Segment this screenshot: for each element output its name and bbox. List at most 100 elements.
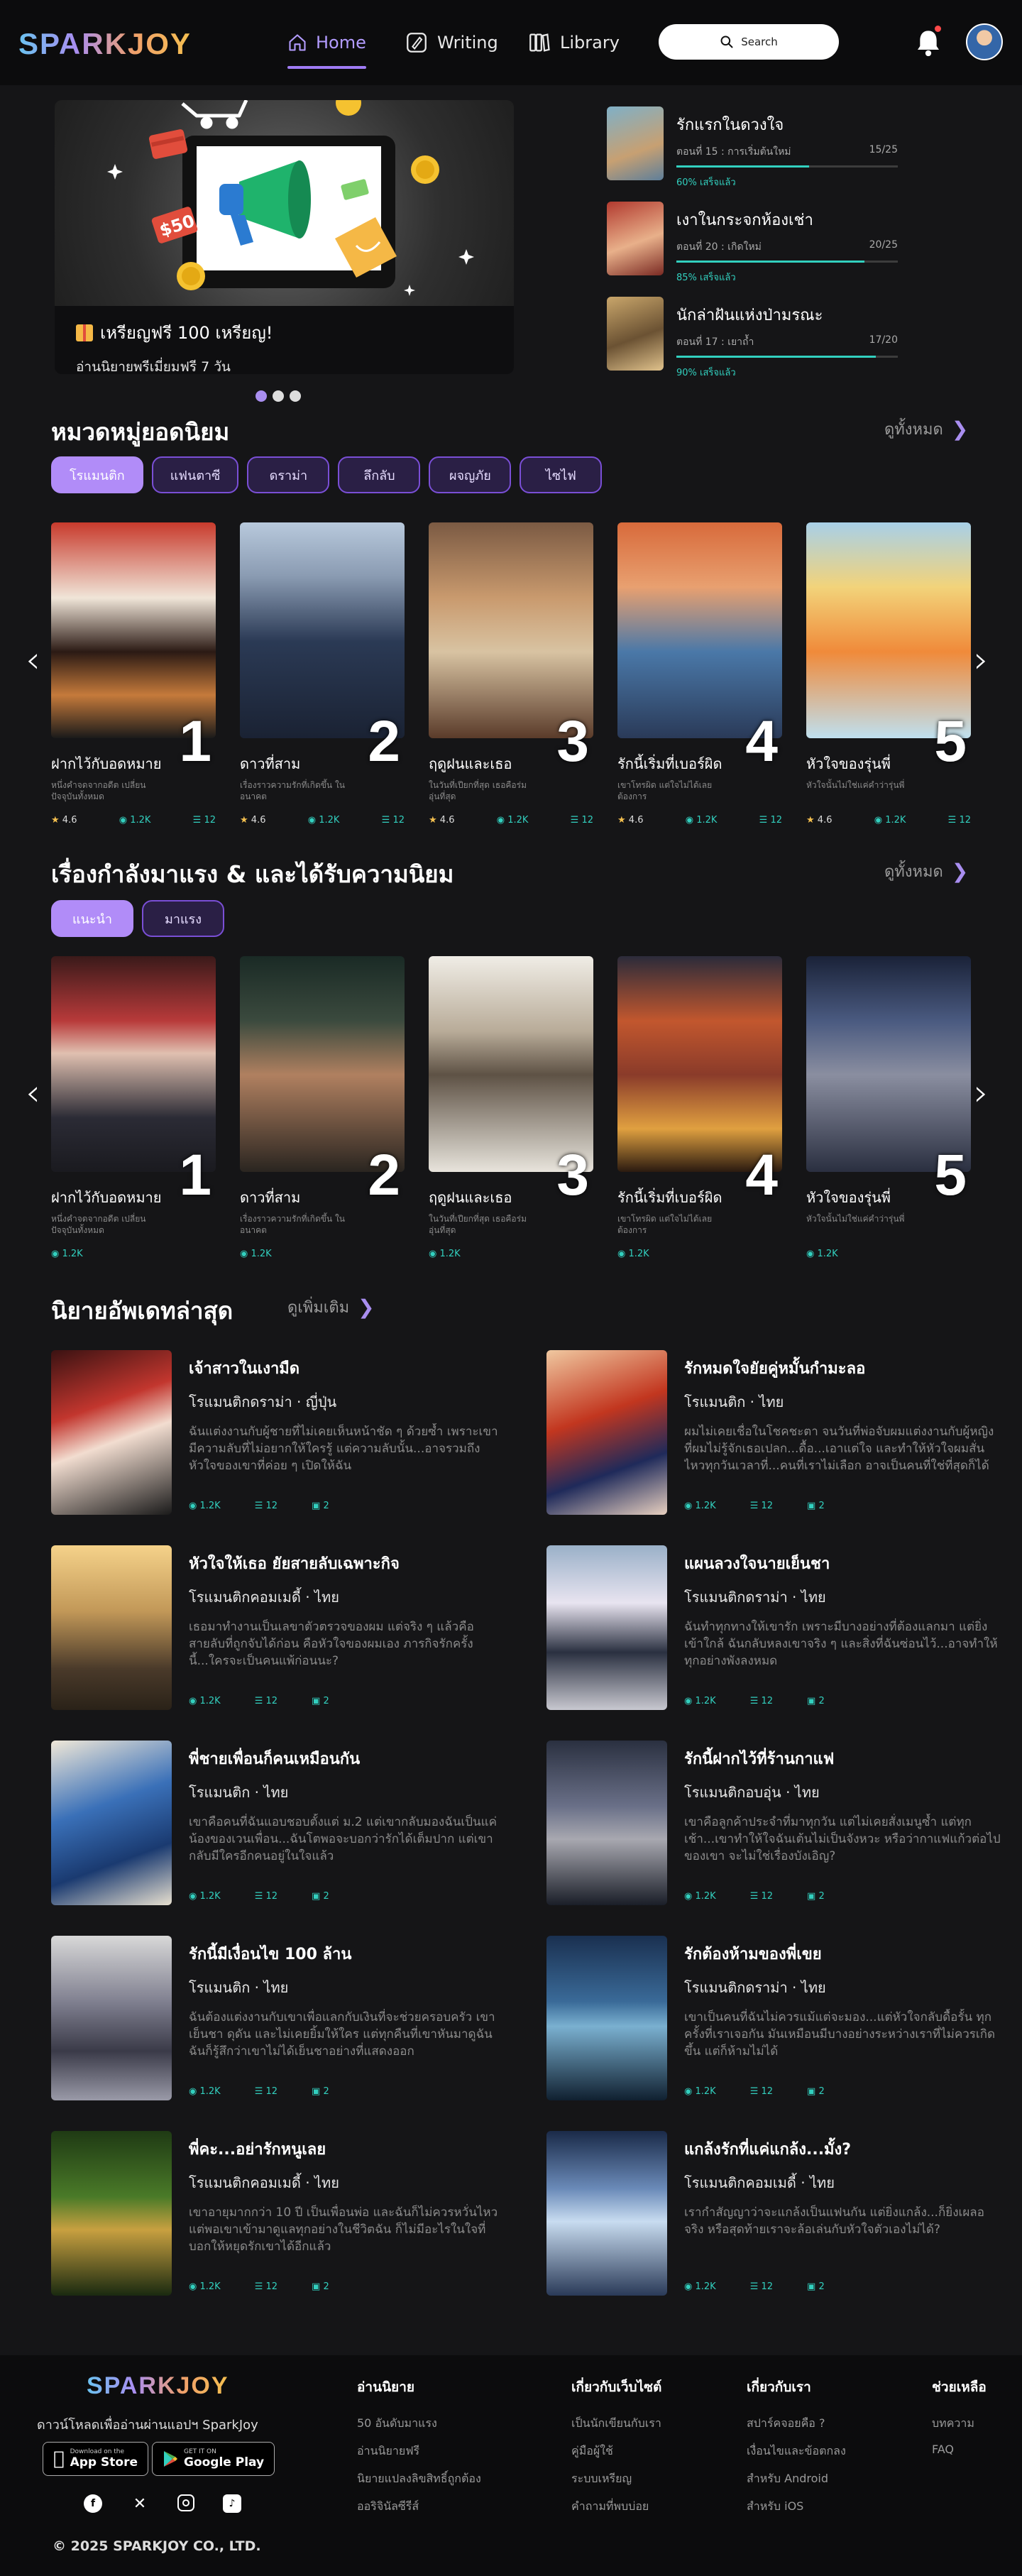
footer-link[interactable]: FAQ xyxy=(932,2443,987,2456)
novel-card[interactable]: เจ้าสาวในเงามืด โรแมนติกดราม่า · ญี่ปุ่นฉ… xyxy=(51,1350,505,1515)
book-desc: หัวใจนั้นไม่ใช่แค่คำว่ารุ่นพี่ xyxy=(806,780,905,790)
instagram-icon[interactable] xyxy=(177,2494,194,2511)
footer-col-read: อ่านนิยาย 50 อันดับมาแรง อ่านนิยายฟรี นิ… xyxy=(357,2377,481,2526)
star-icon: ★ xyxy=(429,815,437,826)
trending-section-title: เรื่องกำลังมาแรง & และได้รับความนิยม xyxy=(51,860,454,888)
book-cover xyxy=(240,522,405,738)
footer-link[interactable]: สำหรับ iOS xyxy=(747,2498,846,2516)
x-icon[interactable]: ✕ xyxy=(131,2494,149,2513)
footer-link[interactable]: เป็นนักเขียนกับเรา xyxy=(571,2415,661,2433)
trending-book-list: 1 ฝากไว้กับอดหมาย หนึ่งคำจดจากอดีต เปลี่… xyxy=(51,956,974,1290)
tab-romance[interactable]: โรแมนติก xyxy=(51,456,143,493)
footer-link[interactable]: เงื่อนไขและข้อตกลง xyxy=(747,2443,846,2460)
app-store-button[interactable]:  Download on theApp Store xyxy=(43,2442,148,2476)
novel-title: แผนลวงใจนายเย็นชา xyxy=(684,1555,830,1573)
progress-fill xyxy=(676,356,876,358)
book-views: 1.2K xyxy=(251,1249,272,1259)
book-card[interactable]: 1 ฝากไว้กับอดหมาย หนึ่งคำจดจากอดีต เปลี่… xyxy=(51,956,216,1259)
carousel-dot[interactable] xyxy=(256,390,267,402)
novel-card[interactable]: พี่คะ...อย่ารักหนูเลย โรแมนติกคอมเมดี้ · … xyxy=(51,2131,505,2296)
progress-bar xyxy=(676,165,898,168)
novel-views: 1.2K xyxy=(199,1501,221,1511)
novel-card[interactable]: หัวใจให้เธอ ยัยสายลับเฉพาะกิจ โรแมนติกคอม… xyxy=(51,1545,505,1710)
book-card[interactable]: 5 หัวใจของรุ่นพี่ หัวใจนั้นไม่ใช่แค่คำว่… xyxy=(806,956,971,1259)
book-card[interactable]: 3 ฤดูฝนและเธอ ในวันที่เปียกที่สุด เธอคือ… xyxy=(429,956,593,1259)
eye-icon: ◉ xyxy=(684,1501,693,1511)
tab-recommended[interactable]: แนะนำ xyxy=(51,900,133,937)
novel-card[interactable]: รักนี้มีเงื่อนไข 100 ล้าน โรแมนติก · ไทยฉ… xyxy=(51,1936,505,2100)
book-card[interactable]: 2 ดาวที่สาม เรื่องราวความรักที่เกิดขึ้น … xyxy=(240,522,405,826)
book-views: 1.2K xyxy=(130,815,151,826)
continue-reading-item[interactable]: นักล่าฝันแห่งป่ามรณะ ตอนที่ 17 : เยาถ้ำ 1… xyxy=(607,297,898,378)
carousel-dot[interactable] xyxy=(290,390,301,402)
novel-card[interactable]: แผนลวงใจนายเย็นชา โรแมนติกดราม่า · ไทย ฉัน… xyxy=(546,1545,1001,1710)
book-card[interactable]: 2 ดาวที่สาม เรื่องราวความรักที่เกิดขึ้น … xyxy=(240,956,405,1259)
facebook-icon[interactable]: f xyxy=(84,2494,102,2513)
tab-drama[interactable]: ดราม่า xyxy=(247,456,330,493)
nav-library[interactable]: Library xyxy=(527,28,620,57)
social-links: f ✕ ♪ xyxy=(84,2494,241,2513)
novel-card[interactable]: รักนี้ฝากไว้ที่ร้านกาแฟ โรแมนติกอบอุ่น · … xyxy=(546,1741,1001,1905)
carousel-dot[interactable] xyxy=(273,390,284,402)
footer-link[interactable]: บทความ xyxy=(932,2415,987,2433)
continue-reading-item[interactable]: รักแรกในดวงใจ ตอนที่ 15 : การเริ่มต้นใหม… xyxy=(607,106,898,188)
footer-heading: เกี่ยวกับเว็บไซต์ xyxy=(571,2379,662,2395)
book-card[interactable]: 5 หัวใจของรุ่นพี่ หัวใจนั้นไม่ใช่แค่คำว่… xyxy=(806,522,971,826)
footer-link[interactable]: ระบบเหรียญ xyxy=(571,2470,661,2488)
carousel-next-arrow[interactable]: › xyxy=(974,639,989,681)
popular-see-all[interactable]: ดูทั้งหมด ❯ xyxy=(884,417,968,442)
novel-card[interactable]: แกล้งรักที่แค่แกล้ง...มั้ง? โรแมนติกคอมเม… xyxy=(546,2131,1001,2296)
tab-adventure[interactable]: ผจญภัย xyxy=(429,456,512,493)
sparkjoy-logo[interactable]: SPARKJOY xyxy=(18,27,192,61)
user-avatar[interactable] xyxy=(966,23,1003,60)
nav-home[interactable]: Home xyxy=(287,28,366,57)
book-card[interactable]: 4 รักนี้เริ่มที่เบอร์ผิด เขาโทรผิด แต่ใจ… xyxy=(617,522,782,826)
tab-mystery[interactable]: ลึกลับ xyxy=(338,456,421,493)
book-card[interactable]: 1 ฝากไว้กับอดหมาย หนึ่งคำจดจากอดีต เปลี่… xyxy=(51,522,216,826)
footer-link[interactable]: 50 อันดับมาแรง xyxy=(357,2415,481,2433)
continue-reading-item[interactable]: เงาในกระจกห้องเช่า ตอนที่ 20 : เกิดใหม่ 2… xyxy=(607,202,898,283)
footer-logo[interactable]: SPARKJOY xyxy=(87,2372,229,2400)
chapters-icon: ☰ xyxy=(947,815,957,826)
search-bar[interactable]: Search xyxy=(659,24,839,60)
footer-link[interactable]: นิยายแปลงลิขสิทธิ์ถูกต้อง xyxy=(357,2470,481,2488)
novel-cover xyxy=(51,2131,172,2296)
popular-book-list: 1 ฝากไว้กับอดหมาย หนึ่งคำจดจากอดีต เปลี่… xyxy=(51,522,974,856)
footer-link[interactable]: คู่มือผู้ใช้ xyxy=(571,2443,661,2460)
tab-hot[interactable]: มาแรง xyxy=(142,900,224,937)
book-rating: 4.6 xyxy=(251,815,266,826)
book-card[interactable]: 4 รักนี้เริ่มที่เบอร์ผิด เขาโทรผิด แต่ใจ… xyxy=(617,956,782,1259)
footer-link[interactable]: สปาร์คจอยคือ ? xyxy=(747,2415,846,2433)
footer-link[interactable]: ออริจินัลซีรีส์ xyxy=(357,2498,481,2516)
trending-see-all[interactable]: ดูทั้งหมด ❯ xyxy=(884,859,968,884)
tab-scifi[interactable]: ไซไฟ xyxy=(520,456,603,493)
book-card[interactable]: 3 ฤดูฝนและเธอ ในวันที่เปียกที่สุด เธอคือ… xyxy=(429,522,593,826)
eye-icon: ◉ xyxy=(496,815,505,826)
carousel-next-arrow[interactable]: › xyxy=(974,1072,989,1114)
novel-desc: เรากำสัญญาว่าจะแกล้งเป็นแฟนกัน แต่ยิ่งแก… xyxy=(684,2205,984,2237)
nav-library-label: Library xyxy=(560,33,620,53)
eye-icon: ◉ xyxy=(684,1891,693,1902)
continue-percent: 60% เสร็จแล้ว xyxy=(676,177,736,188)
carousel-prev-arrow[interactable]: ‹ xyxy=(26,1072,40,1114)
novel-card[interactable]: พี่ชายเพื่อนก็คนเหมือนกัน โรแมนติก · ไทยเ… xyxy=(51,1741,505,1905)
book-chapters: 12 xyxy=(204,815,216,826)
carousel-dots xyxy=(256,390,301,402)
novel-views: 1.2K xyxy=(199,2086,221,2097)
footer-link[interactable]: สำหรับ Android xyxy=(747,2470,846,2488)
footer-link[interactable]: อ่านนิยายฟรี xyxy=(357,2443,481,2460)
tiktok-icon[interactable]: ♪ xyxy=(223,2494,241,2513)
tab-fantasy[interactable]: แฟนตาซี xyxy=(151,456,239,493)
google-play-button[interactable]: GET IT ON Google Play xyxy=(152,2442,275,2476)
carousel-prev-arrow[interactable]: ‹ xyxy=(26,639,40,681)
novel-card[interactable]: รักต้องห้ามของพี่เขย โรแมนติกดราม่า · ไทย… xyxy=(546,1936,1001,2100)
novel-cover xyxy=(51,1936,172,2100)
nav-writing[interactable]: Writing xyxy=(405,28,498,57)
hero-banner[interactable]: $50 เหรียญฟรี 100 เหรียญ! อ่านนิยายพรีเม… xyxy=(55,100,514,374)
novel-chapters: 12 xyxy=(761,1501,774,1511)
latest-see-more[interactable]: ดูเพิ่มเติม ❯ xyxy=(287,1295,375,1320)
novel-card[interactable]: รักหมดใจยัยคู่หมั้นกำมะลอ โรแมนติก · ไทยผ… xyxy=(546,1350,1001,1515)
google-play-small: GET IT ON xyxy=(184,2448,216,2455)
rank-number: 4 xyxy=(745,709,778,774)
footer-link[interactable]: คำถามที่พบบ่อย xyxy=(571,2498,661,2516)
